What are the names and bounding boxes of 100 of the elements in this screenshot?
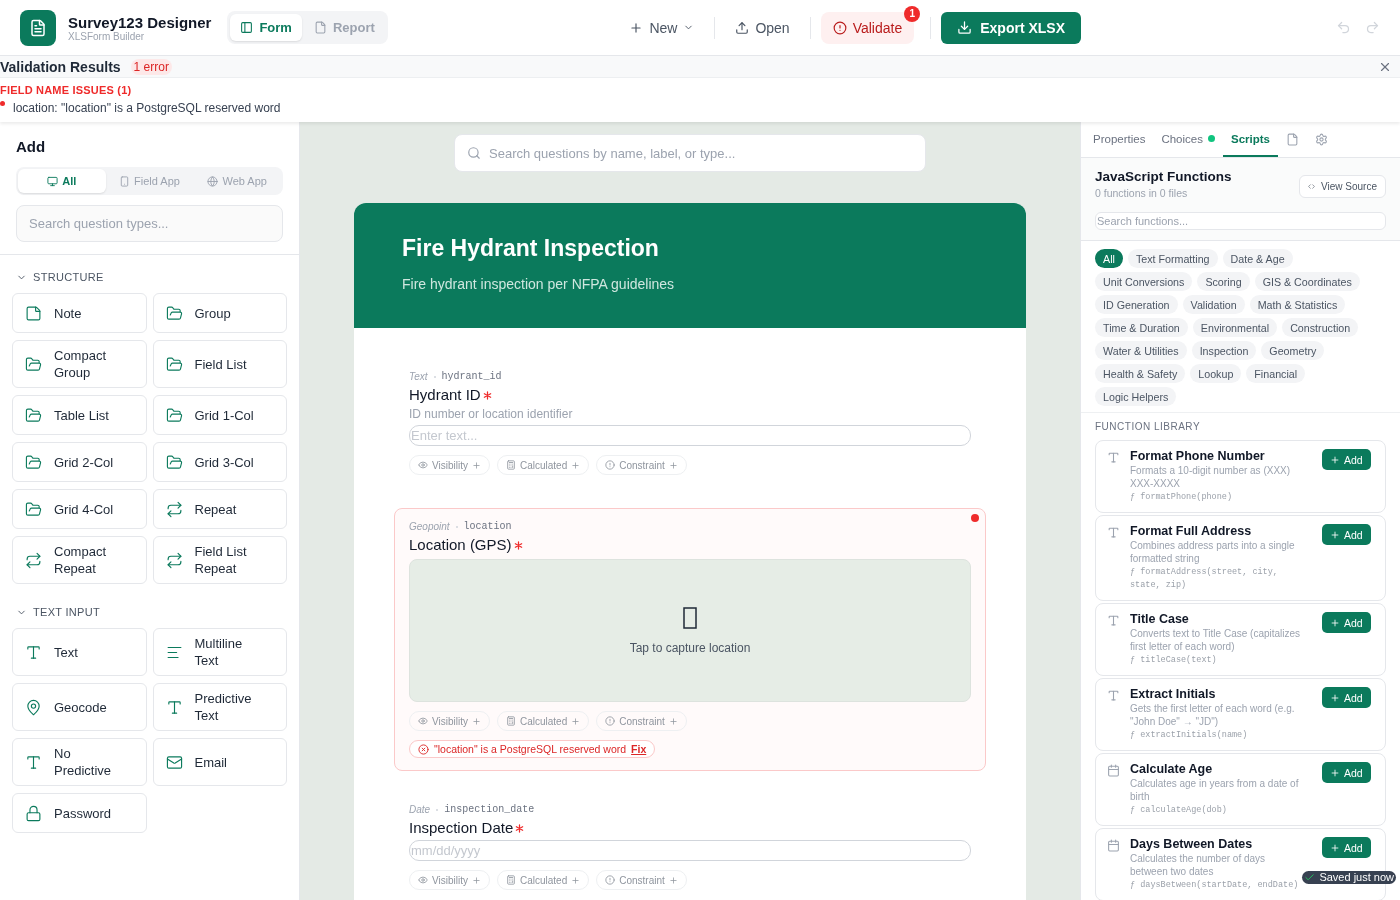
category-chip[interactable]: Water & Utilities	[1095, 341, 1187, 360]
search-field[interactable]: Search questions by name, label, or type...	[454, 134, 926, 172]
question-type-item[interactable]: Grid 4-Col	[12, 489, 147, 529]
add-button[interactable]: Add	[1322, 687, 1371, 708]
question-label: Location (GPS)	[409, 536, 512, 553]
question-type-item[interactable]: Predictive Text	[152, 683, 287, 731]
globe-icon	[207, 175, 219, 187]
question-type-item[interactable]: Compact Group	[12, 340, 147, 388]
repeat-icon	[25, 551, 42, 569]
category-chip[interactable]: Math & Statistics	[1249, 295, 1346, 314]
error-message: "location" is a PostgreSQL reserved word	[434, 743, 627, 755]
function-description: Calculates age in years from a date of birth	[1130, 778, 1300, 803]
category-chip[interactable]: ID Generation	[1095, 295, 1178, 314]
issue-text: location: "location" is a PostgreSQL reserved word	[13, 101, 281, 115]
calculator-icon	[505, 875, 516, 885]
function-description: Converts text to Title Case (capitalizes first letter of each word)	[1130, 628, 1302, 653]
new-button[interactable]: New	[619, 13, 705, 42]
plus-icon	[471, 716, 481, 726]
question-type-item[interactable]: Group	[152, 293, 287, 333]
search-field[interactable]: Search question types...	[16, 205, 283, 242]
question-type-item[interactable]: Field List	[152, 340, 287, 388]
question-type-item[interactable]: No Predictive	[12, 738, 147, 786]
section-header[interactable]: STRUCTURE	[12, 271, 108, 283]
app-subtitle: XLSForm Builder	[68, 30, 146, 42]
error-count-badge: 1	[904, 5, 921, 22]
question-type-item[interactable]: Note	[12, 293, 147, 333]
redo-icon[interactable]	[1365, 20, 1380, 35]
view-tab[interactable]: Form	[230, 14, 302, 41]
settings-icon[interactable]	[1315, 133, 1328, 146]
error-dot	[971, 514, 979, 522]
category-chip[interactable]: Lookup	[1190, 364, 1242, 383]
add-button[interactable]: Add	[1322, 837, 1371, 858]
calendar-icon	[1107, 839, 1120, 852]
question-type-item[interactable]: Grid 3-Col	[152, 442, 287, 482]
category-chip[interactable]: Text Formatting	[1127, 249, 1218, 268]
question-type-item[interactable]: Multiline Text	[152, 628, 287, 676]
function-signature: ƒ titleCase(text)	[1130, 654, 1218, 667]
function-name: Format Full Address	[1130, 524, 1253, 538]
file-icon[interactable]	[1286, 133, 1299, 146]
question-type-item[interactable]: Password	[12, 793, 147, 833]
category-chip[interactable]: All	[1095, 249, 1123, 268]
question-type-item[interactable]: Repeat	[152, 489, 287, 529]
upload-icon	[735, 20, 750, 35]
phone-icon	[119, 175, 131, 187]
question-type-item[interactable]: Table List	[12, 395, 147, 435]
input-field[interactable]: mm/dd/yyyy	[409, 840, 971, 861]
function-name: Format Phone Number	[1130, 449, 1266, 463]
category-chip[interactable]: Scoring	[1197, 272, 1250, 291]
category-chip[interactable]: Time & Duration	[1095, 318, 1188, 337]
function-signature: ƒ extractInitials(name)	[1130, 729, 1249, 742]
category-chip[interactable]: Unit Conversions	[1095, 272, 1193, 291]
panel-tab[interactable]: Properties	[1085, 122, 1154, 157]
filter-tab[interactable]: All	[18, 169, 106, 193]
plus-icon	[571, 460, 581, 470]
undo-icon[interactable]	[1336, 20, 1351, 35]
question-type-item[interactable]: Geocode	[12, 683, 147, 731]
category-chip[interactable]: Construction	[1282, 318, 1359, 337]
fix-link[interactable]: Fix	[631, 743, 647, 755]
plus-icon	[571, 875, 581, 885]
function-signature: ƒ daysBetween(startDate, endDate)	[1130, 879, 1300, 892]
plus-icon	[1330, 842, 1340, 853]
open-button[interactable]: Open	[725, 13, 800, 42]
function-signature: ƒ calculateAge(dob)	[1130, 804, 1228, 817]
add-button[interactable]: Add	[1322, 612, 1371, 633]
export-button[interactable]: Export XLSX	[941, 11, 1081, 44]
panel-tab[interactable]: Choices	[1153, 122, 1223, 157]
function-name: Extract Initials	[1130, 687, 1217, 701]
section-header[interactable]: TEXT INPUT	[12, 606, 104, 618]
category-chip[interactable]: Environmental	[1192, 318, 1278, 337]
search-field[interactable]: Search functions...	[1095, 212, 1386, 230]
eye-icon	[418, 875, 428, 885]
question-type-item[interactable]: Grid 2-Col	[12, 442, 147, 482]
question-card[interactable]: Geopoint location Location (GPS) Tap to capture location Visibility Calculated Constraint "location" is a PostgreSQL reserved word Fix	[394, 508, 986, 771]
location-capture[interactable]: Tap to capture location	[409, 559, 971, 702]
plus-icon	[668, 875, 678, 885]
category-chip[interactable]: Geometry	[1261, 341, 1325, 360]
question-type-item[interactable]: Compact Repeat	[12, 536, 147, 584]
app-title: Survey123 Designer	[68, 13, 212, 31]
question-type-item[interactable]: Grid 1-Col	[152, 395, 287, 435]
box-icon	[683, 606, 697, 629]
function-count: 0 functions in 0 files	[1095, 187, 1189, 199]
add-button[interactable]: Add	[1322, 449, 1371, 470]
category-chip[interactable]: Date & Age	[1222, 249, 1293, 268]
category-chip[interactable]: GIS & Coordinates	[1254, 272, 1360, 291]
add-button[interactable]: Add	[1322, 762, 1371, 783]
alert-icon	[605, 716, 616, 726]
question-type-item[interactable]: Field List Repeat	[152, 536, 287, 584]
category-chip[interactable]: Inspection	[1191, 341, 1257, 360]
category-chip[interactable]: Health & Safety	[1095, 364, 1186, 383]
text-icon	[25, 753, 42, 771]
text-icon	[25, 643, 42, 661]
category-chip[interactable]: Financial	[1246, 364, 1306, 383]
input-field[interactable]: Enter text...	[409, 425, 971, 446]
question-type-item[interactable]: Email	[152, 738, 287, 786]
question-type-item[interactable]: Text	[12, 628, 147, 676]
add-button[interactable]: Add	[1322, 524, 1371, 545]
view-source-button[interactable]: View Source	[1299, 175, 1386, 198]
category-chip[interactable]: Logic Helpers	[1095, 387, 1177, 406]
section-title: JavaScript Functions	[1095, 169, 1232, 184]
category-chip[interactable]: Validation	[1182, 295, 1245, 314]
